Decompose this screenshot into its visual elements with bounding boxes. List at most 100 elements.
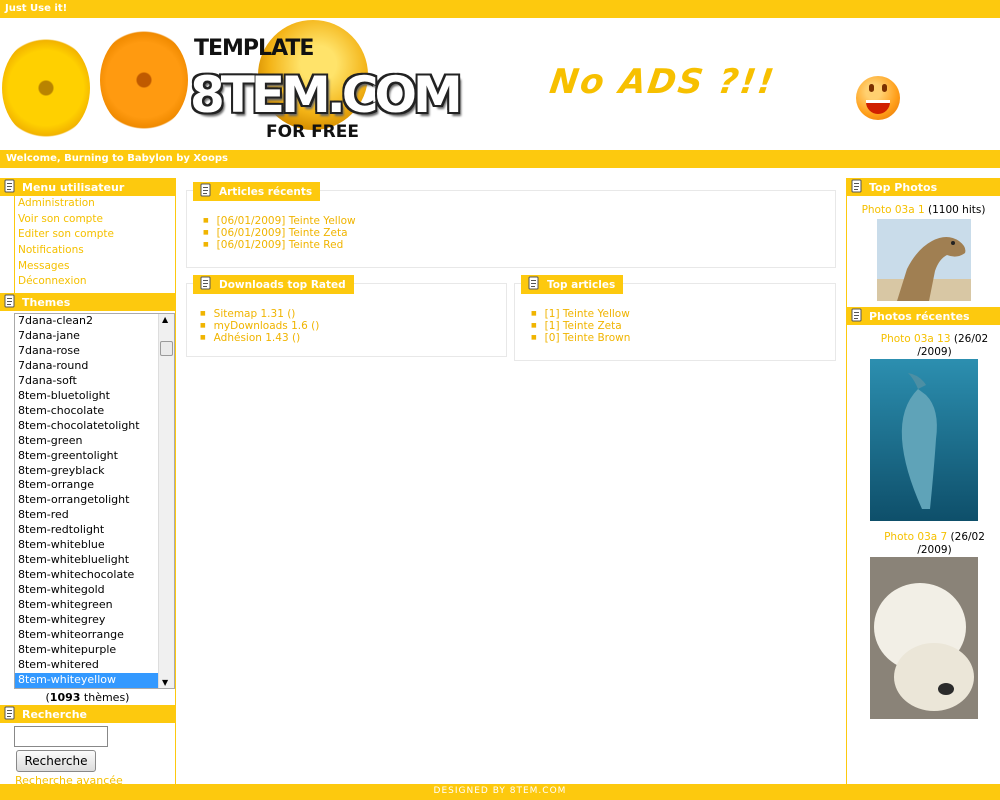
themes-listbox[interactable]: 7dana-clean2 7dana-jane 7dana-rose 7dana-ro… [14, 313, 175, 690]
themes-block: Themes 7dana-clean2 7dana-jane 7dana-rose 7… [0, 293, 175, 705]
scroll-up-icon[interactable]: ▲ [162, 315, 168, 324]
theme-option[interactable]: 8tem-orrangetolight [15, 493, 174, 508]
top-articles-title-text: Top articles [547, 279, 616, 291]
header-banner: TEMPLATE 8TEM.COM FOR FREE No ADS ?!! [0, 18, 1000, 150]
downloads-top-rated-title-text: Downloads top Rated [219, 279, 346, 291]
theme-option[interactable]: 8tem-whiteblue [15, 538, 174, 553]
dolphin-photo[interactable] [869, 359, 978, 521]
footer-bar: DESIGNED BY 8TEM.COM [0, 784, 1000, 800]
user-menu-block: Menu utilisateur Administration Voir son… [0, 178, 175, 294]
theme-option[interactable]: 8tem-whitebluelight [15, 553, 174, 568]
theme-option[interactable]: 8tem-red [15, 508, 174, 523]
menu-item-view-account[interactable]: Voir son compte [18, 213, 175, 229]
polar-bear-photo[interactable] [869, 557, 978, 719]
recent-photo-link-1[interactable]: Photo 03a 13 [881, 333, 951, 345]
themes-scrollbar[interactable]: ▲ ▼ [158, 314, 174, 689]
themes-title: Themes [0, 293, 175, 312]
logo-template-text: TEMPLATE [194, 36, 314, 61]
list-item[interactable]: [06/01/2009] Teinte Yellow [203, 215, 356, 227]
downloads-top-rated-title: Downloads top Rated [193, 275, 354, 294]
theme-option[interactable]: 8tem-whiteorrange [15, 628, 174, 643]
block-icon [851, 308, 862, 322]
theme-option[interactable]: 8tem-whitered [15, 658, 174, 673]
menu-item-administration[interactable]: Administration [18, 197, 175, 213]
theme-option[interactable]: 8tem-greentolight [15, 449, 174, 464]
theme-option[interactable]: 8tem-whitechocolate [15, 568, 174, 583]
site-logo[interactable]: 8TEM.COM [190, 66, 463, 124]
list-item[interactable]: Adhésion 1.43 () [200, 332, 319, 344]
top-photos-title-text: Top Photos [869, 181, 938, 194]
recent-photo-link-2[interactable]: Photo 03a 7 [884, 531, 947, 543]
block-icon [4, 179, 15, 193]
theme-option[interactable]: 8tem-green [15, 434, 174, 449]
orange-flower-image [100, 28, 188, 132]
theme-option[interactable]: 8tem-whitegrey [15, 613, 174, 628]
theme-option[interactable]: 8tem-chocolatetolight [15, 419, 174, 434]
list-item[interactable]: [1] Teinte Yellow [531, 308, 630, 320]
top-articles-title: Top articles [521, 275, 624, 294]
recent-photo-date-1a: (26/02 [950, 333, 989, 345]
theme-option[interactable]: 8tem-whitegold [15, 583, 174, 598]
user-menu-title-text: Menu utilisateur [22, 181, 125, 194]
recent-articles-title-text: Articles récents [219, 186, 313, 198]
menu-item-notifications[interactable]: Notifications [18, 244, 175, 260]
block-icon [200, 276, 211, 290]
theme-option[interactable]: 8tem-chocolate [15, 404, 174, 419]
recent-photo-caption-2: Photo 03a 7 (26/02 /2009) [847, 531, 1000, 557]
search-title: Recherche [0, 705, 175, 724]
theme-option[interactable]: 7dana-rose [15, 344, 174, 359]
top-articles-block: Top articles [1] Teinte Yellow [1] Teint… [514, 275, 836, 361]
camel-photo[interactable] [876, 219, 971, 301]
yellow-flower-image [2, 36, 90, 140]
theme-option[interactable]: 8tem-redtolight [15, 523, 174, 538]
top-articles-list: [1] Teinte Yellow [1] Teinte Zeta [0] Te… [531, 308, 631, 344]
block-icon [4, 706, 15, 720]
theme-option[interactable]: 8tem-whiteyellow [15, 672, 174, 688]
theme-option[interactable]: 7dana-jane [15, 329, 174, 344]
top-bar-text: Just Use it! [5, 3, 68, 14]
theme-option[interactable]: 7dana-soft [15, 374, 174, 389]
downloads-list: Sitemap 1.31 () myDownloads 1.6 () Adhés… [200, 308, 320, 344]
theme-option[interactable]: 8tem-whitegreen [15, 598, 174, 613]
recent-photo-caption-1: Photo 03a 13 (26/02 /2009) [847, 333, 1000, 359]
recent-articles-title: Articles récents [193, 182, 321, 201]
menu-item-edit-account[interactable]: Editer son compte [18, 228, 175, 244]
list-item[interactable]: Sitemap 1.31 () [200, 308, 319, 320]
list-item[interactable]: [1] Teinte Zeta [531, 320, 630, 332]
theme-option[interactable]: 8tem-bluetolight [15, 389, 174, 404]
list-item[interactable]: [06/01/2009] Teinte Red [203, 239, 356, 251]
theme-option[interactable]: 8tem-orrange [15, 478, 174, 493]
top-photos-title: Top Photos [847, 178, 1000, 196]
no-ads-text: No ADS ?!! [547, 62, 779, 102]
recent-articles-list: [06/01/2009] Teinte Yellow [06/01/2009] … [203, 215, 356, 251]
menu-item-logout[interactable]: Déconnexion [18, 275, 175, 291]
left-sidebar: Menu utilisateur Administration Voir son… [0, 178, 176, 787]
recent-photos-title-text: Photos récentes [869, 310, 970, 323]
welcome-bar: Welcome, Burning to Babylon by Xoops [0, 150, 1000, 168]
theme-option[interactable]: 8tem-whitepurple [15, 643, 174, 658]
right-sidebar: Top Photos Photo 03a 1 (1100 hits) Photo… [846, 178, 1000, 784]
themes-count: (1093 thèmes) [0, 689, 175, 705]
list-item[interactable]: [0] Teinte Brown [531, 332, 631, 344]
logo-free-text: FOR FREE [266, 122, 360, 142]
shouting-smiley-icon [856, 76, 900, 120]
top-photo-hits: (1100 hits) [924, 204, 986, 216]
list-item[interactable]: [06/01/2009] Teinte Zeta [203, 227, 356, 239]
recent-photo-date-2a: (26/02 [947, 531, 985, 543]
search-button[interactable]: Recherche [16, 750, 96, 773]
scroll-down-icon[interactable]: ▼ [162, 678, 168, 687]
list-item[interactable]: myDownloads 1.6 () [200, 320, 320, 332]
themes-title-text: Themes [22, 296, 71, 310]
themes-options: 7dana-clean2 7dana-jane 7dana-rose 7dana-ro… [15, 314, 174, 688]
top-photo-link[interactable]: Photo 03a 1 [862, 204, 925, 216]
theme-option[interactable]: 8tem-greyblack [15, 464, 174, 479]
top-bar: Just Use it! [0, 0, 1000, 18]
search-input[interactable] [14, 726, 108, 748]
scroll-thumb[interactable] [160, 341, 173, 357]
menu-item-messages[interactable]: Messages [18, 260, 175, 276]
theme-option[interactable]: 7dana-clean2 [15, 314, 174, 329]
downloads-top-rated-block: Downloads top Rated Sitemap 1.31 () myDo… [186, 275, 507, 357]
theme-option[interactable]: 7dana-round [15, 359, 174, 374]
recent-photo-date-1b: /2009) [917, 346, 952, 358]
block-icon [200, 183, 211, 197]
